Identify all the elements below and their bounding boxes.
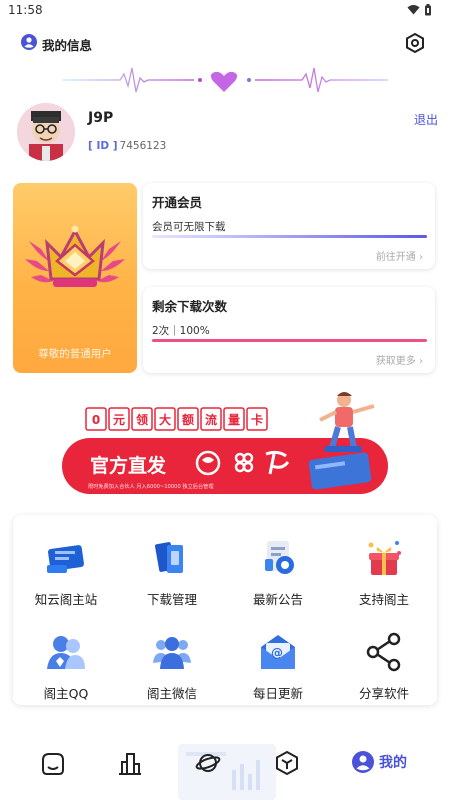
grid-item-main-site[interactable]: 知云阁主站 <box>16 537 116 617</box>
status-icons <box>407 4 432 16</box>
banner-main-text: 官方直发 <box>90 454 167 477</box>
vip-card[interactable]: 开通会员 会员可无限下载 前往开通 › <box>143 183 435 269</box>
mail-at-icon: @ <box>261 635 295 669</box>
download-progress-bar <box>152 339 427 342</box>
status-time: 11:58 <box>8 3 43 17</box>
heartbeat-divider <box>62 67 388 93</box>
nav-item-me[interactable]: 我的 <box>352 751 407 773</box>
grid-item-announcements[interactable]: 最新公告 <box>228 537 328 617</box>
avatar[interactable] <box>17 103 75 161</box>
grid-item-label: 分享软件 <box>358 686 409 701</box>
banner-char: 卡 <box>251 412 263 427</box>
download-cards-icon <box>155 542 183 573</box>
download-card-desc: 2次｜100% <box>152 325 210 337</box>
user-id-value: 7456123 <box>119 140 167 152</box>
grid-item-daily-update[interactable]: @ 每日更新 <box>228 631 328 711</box>
banner-char: 元 <box>113 413 125 427</box>
banner-char: 额 <box>182 412 194 427</box>
download-count-card[interactable]: 剩余下载次数 2次｜100% 获取更多 › <box>143 287 435 373</box>
svg-text:@: @ <box>271 646 283 660</box>
user-filled-icon <box>352 751 374 773</box>
banner-top-chars: 0元领大额流量卡 <box>85 407 268 431</box>
dashboard-illustration-icon <box>178 744 276 800</box>
buildings-icon[interactable] <box>117 750 143 776</box>
gift-icon <box>368 541 401 575</box>
share-icon <box>366 632 401 672</box>
grid-item-qq[interactable]: 阁主QQ <box>16 631 116 711</box>
header: 我的信息 <box>0 28 450 58</box>
logout-button[interactable]: 退出 <box>414 111 438 128</box>
announcement-icon <box>265 541 294 574</box>
download-card-link-label: 获取更多 <box>375 356 416 367</box>
home-smile-icon[interactable] <box>40 750 66 776</box>
banner-char: 大 <box>159 412 171 427</box>
vip-card-link[interactable]: 前往开通 › <box>376 248 423 263</box>
grid-item-wechat[interactable]: 阁主微信 <box>122 631 222 711</box>
grid-item-label: 阁主QQ <box>43 686 89 701</box>
crown-badge-icon <box>25 225 125 287</box>
status-bar: 11:58 <box>0 0 450 22</box>
promo-banner[interactable]: 0元领大额流量卡 官方直发 限时免费加入合伙人 月入6000~10000 独立后… <box>62 390 390 496</box>
banner-sub-text: 限时免费加入合伙人 月入6000~10000 独立后台管理 <box>88 482 214 490</box>
download-card-title: 剩余下载次数 <box>152 299 228 314</box>
vip-card-title: 开通会员 <box>152 195 203 210</box>
wechat-group-icon <box>153 637 191 669</box>
user-id: [ ID ] 7456123 <box>88 140 166 152</box>
grid-item-label: 知云阁主站 <box>34 592 98 607</box>
nav-item-me-label: 我的 <box>379 755 407 771</box>
vip-progress-bar <box>152 235 427 238</box>
battery-icon <box>425 4 431 16</box>
user-icon <box>21 34 37 50</box>
download-card-link[interactable]: 获取更多 › <box>376 352 423 367</box>
member-level-label: 尊敬的普通用户 <box>38 348 112 360</box>
cube-icon[interactable] <box>274 750 300 776</box>
grid-item-share[interactable]: 分享软件 <box>334 631 434 711</box>
banner-char: 流 <box>205 412 217 427</box>
grid-item-support[interactable]: 支持阁主 <box>334 537 434 617</box>
wifi-icon <box>407 5 420 15</box>
website-icon <box>47 545 84 573</box>
settings-hex-icon[interactable] <box>404 32 426 54</box>
grid-item-label: 每日更新 <box>252 686 303 701</box>
user-id-tag: [ ID ] <box>88 140 118 152</box>
grid-item-label: 阁主微信 <box>146 686 197 701</box>
bottom-nav: 我的 <box>0 730 450 800</box>
banner-char: 量 <box>228 413 240 427</box>
banner-char: 领 <box>136 412 148 427</box>
username: J9P <box>88 110 114 126</box>
planet-icon[interactable] <box>195 750 221 776</box>
grid-item-label: 下载管理 <box>146 592 197 607</box>
chevron-right-icon: › <box>419 356 423 367</box>
member-level-card[interactable]: 尊敬的普通用户 <box>13 183 137 373</box>
banner-char: 0 <box>92 413 100 427</box>
vip-card-link-label: 前往开通 <box>375 252 416 263</box>
feature-grid: 知云阁主站 下载管理 最新公告 支持阁主 阁主QQ 阁主微信 @ 每日更新 分享… <box>13 515 437 705</box>
grid-item-label: 最新公告 <box>252 592 303 607</box>
chevron-right-icon: › <box>419 252 423 263</box>
grid-item-label: 支持阁主 <box>358 592 409 607</box>
page-title: 我的信息 <box>42 38 93 53</box>
vip-card-desc: 会员可无限下载 <box>152 221 226 233</box>
grid-item-downloads[interactable]: 下载管理 <box>122 537 222 617</box>
qq-users-icon <box>47 636 85 669</box>
